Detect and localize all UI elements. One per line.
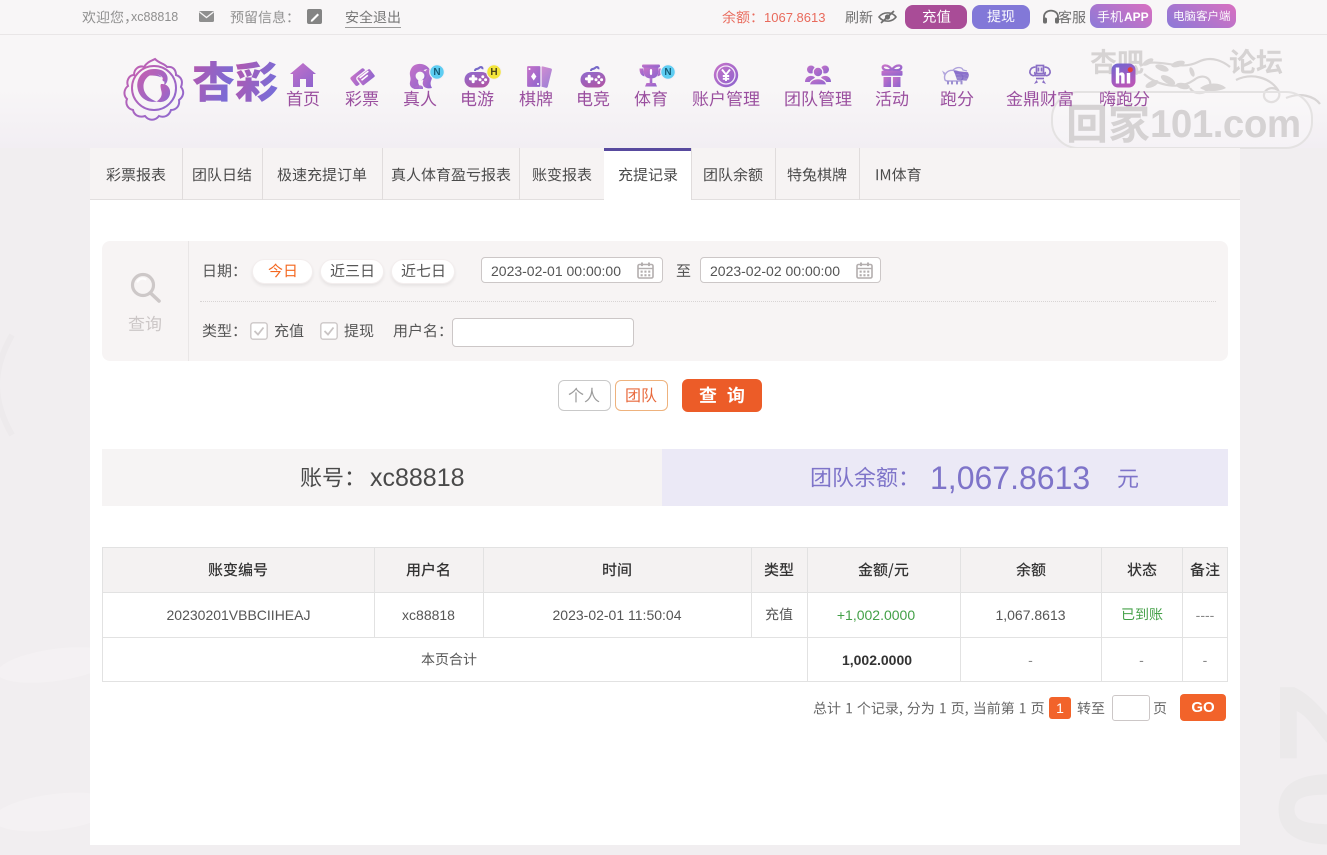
svg-text:H: H bbox=[490, 67, 497, 78]
svg-text:N: N bbox=[664, 67, 671, 78]
svg-text:N: N bbox=[433, 67, 440, 78]
